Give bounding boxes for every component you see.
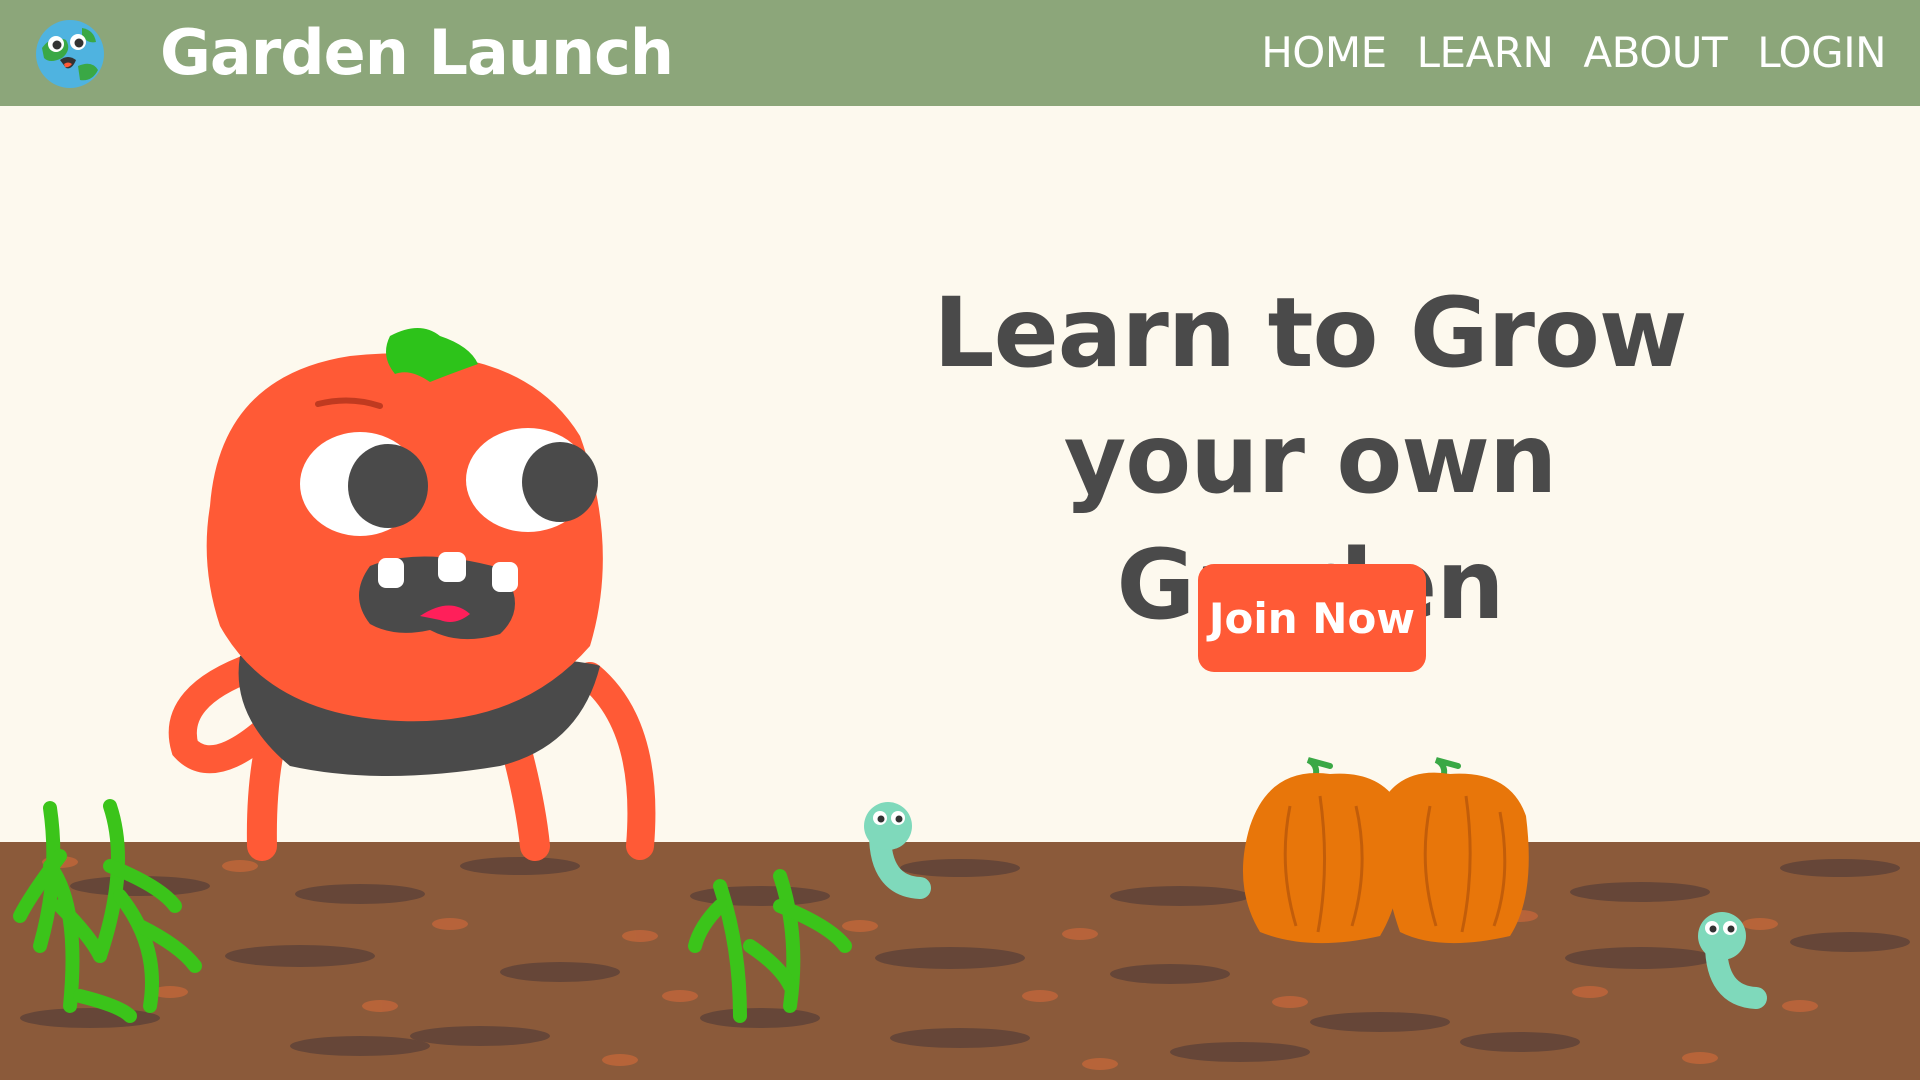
top-navbar: Garden Launch HOME LEARN ABOUT LOGIN xyxy=(0,0,1920,106)
join-now-button[interactable]: Join Now xyxy=(1198,564,1426,672)
soil-ground xyxy=(0,842,1920,1080)
nav-learn[interactable]: LEARN xyxy=(1417,28,1554,77)
nav-home[interactable]: HOME xyxy=(1261,28,1387,77)
brand-title[interactable]: Garden Launch xyxy=(160,16,674,89)
tomato-monster xyxy=(168,328,656,861)
nav-login[interactable]: LOGIN xyxy=(1757,28,1886,77)
main-nav: HOME LEARN ABOUT LOGIN xyxy=(1261,28,1886,77)
pumpkin-pair xyxy=(1242,757,1529,944)
hero-title-line1: Learn to Grow xyxy=(933,277,1687,389)
nav-about[interactable]: ABOUT xyxy=(1583,28,1727,77)
earth-mascot-icon[interactable] xyxy=(32,14,108,90)
